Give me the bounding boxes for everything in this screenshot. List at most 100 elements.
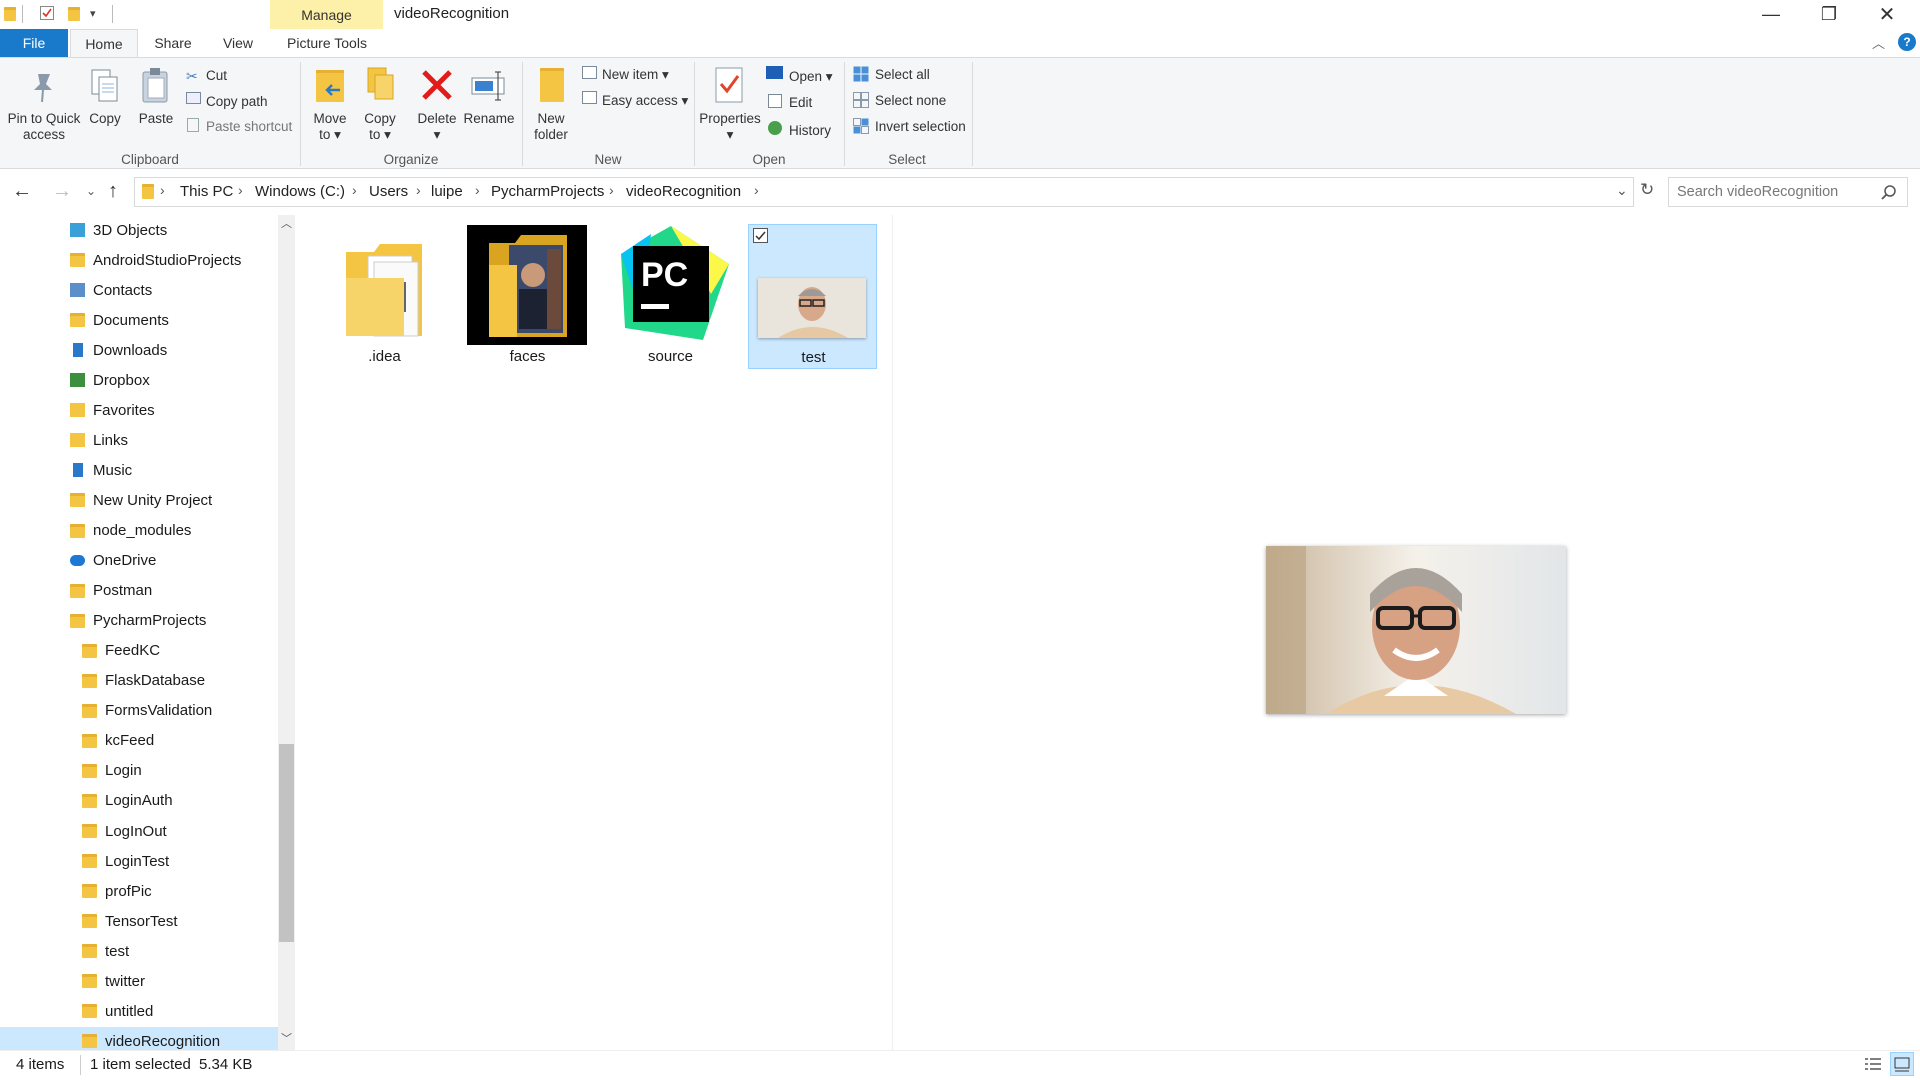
new-folder-quick-icon[interactable]	[68, 7, 80, 21]
new-item-button[interactable]: New item ▾	[602, 67, 669, 83]
sidebar-item-favorites[interactable]: Favorites	[0, 396, 278, 424]
new-folder-button[interactable]: New folder	[528, 111, 574, 143]
sidebar-item-androidstudioprojects[interactable]: AndroidStudioProjects	[0, 246, 278, 274]
tab-home[interactable]: Home	[70, 29, 138, 57]
easy-access-button[interactable]: Easy access ▾	[602, 93, 688, 109]
tab-picture-tools[interactable]: Picture Tools	[278, 29, 376, 57]
scroll-up-icon[interactable]: ︿	[279, 215, 294, 235]
copy-to-button[interactable]: Copy to ▾	[356, 111, 404, 143]
rename-button[interactable]: Rename	[462, 111, 516, 127]
properties-quick-icon[interactable]	[40, 6, 54, 20]
file-item[interactable]: PC source	[606, 224, 735, 369]
selection-checkbox[interactable]	[753, 228, 768, 243]
tab-file[interactable]: File	[0, 29, 68, 57]
sidebar-item-new-unity-project[interactable]: New Unity Project	[0, 486, 278, 514]
sidebar-item-loginauth[interactable]: LoginAuth	[0, 787, 278, 815]
organize-group-label: Organize	[383, 152, 439, 167]
sidebar-item-twitter[interactable]: twitter	[0, 967, 278, 995]
restore-button[interactable]: ❐	[1800, 0, 1858, 29]
address-dropdown-icon[interactable]: ⌄	[1616, 182, 1628, 199]
sidebar-item-node-modules[interactable]: node_modules	[0, 517, 278, 545]
collapse-ribbon-icon[interactable]: ︿	[1872, 33, 1885, 52]
sidebar-item-contacts[interactable]: Contacts	[0, 276, 278, 304]
scrollbar-thumb[interactable]	[279, 744, 294, 942]
sidebar-item-3d-objects[interactable]: 3D Objects	[0, 216, 278, 244]
history-button[interactable]: History	[789, 123, 831, 139]
breadcrumb-chevron-icon[interactable]: ›	[160, 182, 165, 198]
sidebar-item-music[interactable]: Music	[0, 456, 278, 484]
sidebar-item-loginout[interactable]: LogInOut	[0, 817, 278, 845]
breadcrumb-videorecognition[interactable]: videoRecognition	[626, 183, 741, 200]
delete-button[interactable]: Delete ▾	[414, 111, 460, 143]
sidebar-item-documents[interactable]: Documents	[0, 306, 278, 334]
sidebar-item-label: Contacts	[93, 281, 153, 299]
sidebar-item-formsvalidation[interactable]: FormsValidation	[0, 697, 278, 725]
select-all-button[interactable]: Select all	[875, 67, 930, 83]
breadcrumb-chevron-icon[interactable]: ›	[416, 182, 421, 198]
search-input[interactable]: Search videoRecognition	[1668, 177, 1908, 207]
breadcrumb-chevron-icon[interactable]: ›	[475, 182, 480, 198]
sidebar-item-kcfeed[interactable]: kcFeed	[0, 727, 278, 755]
file-item[interactable]: faces	[463, 224, 592, 369]
sidebar-item-postman[interactable]: Postman	[0, 577, 278, 605]
copy-button[interactable]: Copy	[84, 111, 126, 127]
sidebar-item-dropbox[interactable]: Dropbox	[0, 366, 278, 394]
pin-to-quick-access-button[interactable]: Pin to Quick access	[6, 111, 82, 143]
sidebar-item-test[interactable]: test	[0, 937, 278, 965]
cut-button[interactable]: Cut	[206, 68, 227, 84]
large-icons-view-icon[interactable]	[1890, 1052, 1914, 1076]
close-button[interactable]: ✕	[1858, 0, 1916, 29]
sidebar-item-tensortest[interactable]: TensorTest	[0, 907, 278, 935]
breadcrumb-chevron-icon[interactable]: ›	[754, 182, 759, 198]
sidebar-item-downloads[interactable]: Downloads	[0, 336, 278, 364]
address-bar[interactable]	[134, 177, 1634, 207]
open-button[interactable]: Open ▾	[789, 69, 833, 85]
breadcrumb-this-pc[interactable]: This PC	[180, 183, 233, 200]
file-item-selected[interactable]: test	[748, 224, 877, 369]
back-arrow-icon[interactable]: ←	[12, 180, 32, 203]
properties-button[interactable]: Properties ▾	[698, 111, 762, 143]
sidebar-item-pycharmprojects[interactable]: PycharmProjects	[0, 607, 278, 635]
paste-shortcut-button[interactable]: Paste shortcut	[206, 119, 292, 135]
copy-path-button[interactable]: Copy path	[206, 94, 268, 110]
sidebar-item-profpic[interactable]: profPic	[0, 877, 278, 905]
tab-share[interactable]: Share	[148, 29, 198, 57]
sidebar-item-login[interactable]: Login	[0, 757, 278, 785]
select-none-button[interactable]: Select none	[875, 93, 946, 109]
sidebar-item-flaskdatabase[interactable]: FlaskDatabase	[0, 667, 278, 695]
help-icon[interactable]: ?	[1898, 33, 1916, 51]
sidebar-item-feedkc[interactable]: FeedKC	[0, 637, 278, 665]
manage-context-tab[interactable]: Manage	[270, 0, 383, 29]
sidebar-item-links[interactable]: Links	[0, 426, 278, 454]
paste-button[interactable]: Paste	[134, 111, 178, 127]
minimize-button[interactable]: —	[1742, 0, 1800, 29]
refresh-icon[interactable]: ↻	[1640, 180, 1654, 200]
sidebar-item-untitled[interactable]: untitled	[0, 997, 278, 1025]
details-view-icon[interactable]	[1864, 1056, 1882, 1072]
customize-qat-icon[interactable]: ▾	[90, 7, 96, 20]
edit-button[interactable]: Edit	[789, 95, 812, 111]
file-item[interactable]: .idea	[320, 224, 449, 369]
invert-selection-button[interactable]: Invert selection	[875, 119, 966, 135]
tab-view[interactable]: View	[212, 29, 264, 57]
breadcrumb-windows-c[interactable]: Windows (C:)	[255, 183, 345, 200]
new-folder-icon	[540, 68, 564, 102]
search-icon[interactable]	[1881, 185, 1897, 201]
breadcrumb-chevron-icon[interactable]: ›	[352, 182, 357, 198]
breadcrumb-chevron-icon[interactable]: ›	[238, 182, 243, 198]
move-to-button[interactable]: Move to ▾	[306, 111, 354, 143]
sidebar-item-label: Music	[93, 461, 133, 479]
sidebar-item-logintest[interactable]: LoginTest	[0, 847, 278, 875]
3d-objects-icon	[70, 223, 85, 237]
breadcrumb-pycharmprojects[interactable]: PycharmProjects	[491, 183, 604, 200]
scroll-down-icon[interactable]: ﹀	[279, 1030, 294, 1050]
recent-locations-chevron-icon[interactable]: ⌄	[86, 184, 96, 198]
breadcrumb-luipe[interactable]: luipe	[431, 183, 463, 200]
preview-pane-divider[interactable]	[892, 215, 893, 1050]
breadcrumb-users[interactable]: Users	[369, 183, 408, 200]
sidebar-item-onedrive[interactable]: OneDrive	[0, 547, 278, 575]
up-arrow-icon[interactable]: ↑	[108, 180, 118, 203]
breadcrumb-chevron-icon[interactable]: ›	[609, 182, 614, 198]
forward-arrow-icon[interactable]: →	[52, 180, 72, 203]
svg-text:PC: PC	[641, 256, 688, 294]
